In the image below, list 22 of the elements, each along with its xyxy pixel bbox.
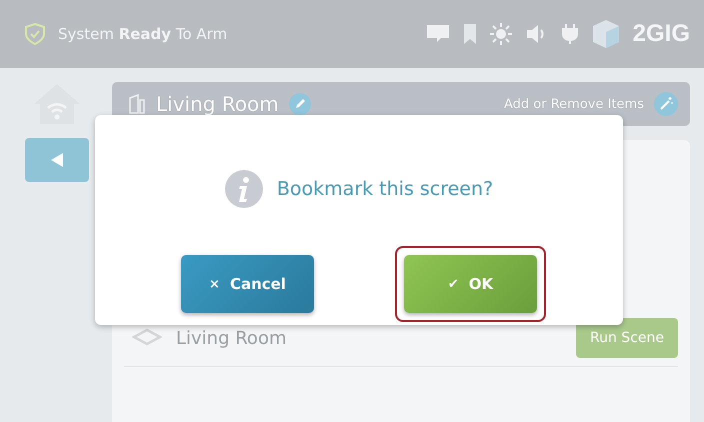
info-icon: [224, 170, 263, 208]
bookmark-icon[interactable]: [462, 23, 477, 45]
back-button[interactable]: [25, 138, 89, 182]
dialog-message: Bookmark this screen?: [276, 178, 494, 200]
system-status: System Ready To Arm: [58, 25, 228, 43]
message-icon[interactable]: [424, 23, 451, 45]
back-icon: [50, 152, 64, 168]
magic-wand-icon[interactable]: [654, 92, 678, 116]
edit-icon[interactable]: [288, 93, 311, 115]
cube-logo-icon: [590, 18, 621, 50]
run-scene-button[interactable]: Run Scene: [576, 318, 678, 358]
brand-logo: 2GIG: [632, 20, 690, 48]
brightness-icon[interactable]: [488, 22, 513, 46]
layers-icon: [132, 328, 162, 348]
cancel-button[interactable]: × Cancel: [181, 255, 314, 313]
shield-check-icon: [24, 22, 46, 46]
building-icon: [128, 94, 146, 114]
ok-button[interactable]: ✔ OK: [404, 255, 537, 313]
room-title: Living Room: [156, 92, 279, 116]
scene-name: Living Room: [176, 328, 288, 348]
plug-icon[interactable]: [560, 23, 579, 45]
add-remove-items-link[interactable]: Add or Remove Items: [504, 96, 644, 112]
